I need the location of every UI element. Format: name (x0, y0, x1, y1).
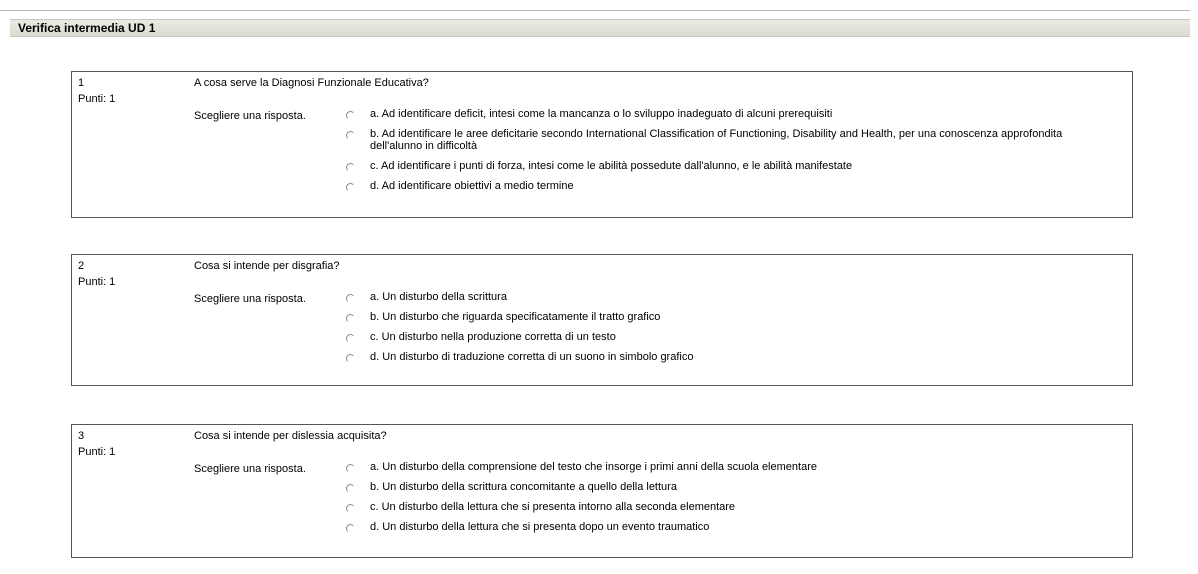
radio-button[interactable] (346, 131, 355, 140)
question-number: 2 (78, 260, 85, 272)
answer-option-b[interactable]: b. Un disturbo della scrittura concomita… (342, 481, 1122, 493)
page-title: Verifica intermedia UD 1 (18, 21, 156, 35)
answer-label[interactable]: c. Un disturbo nella produzione corretta… (370, 331, 616, 343)
radio-button[interactable] (346, 314, 355, 323)
answer-label[interactable]: d. Un disturbo di traduzione corretta di… (370, 351, 693, 363)
answer-option-d[interactable]: d. Ad identificare obiettivi a medio ter… (342, 180, 1122, 192)
answer-option-d[interactable]: d. Un disturbo della lettura che si pres… (342, 521, 1122, 533)
radio-button[interactable] (346, 183, 355, 192)
answer-label[interactable]: a. Ad identificare deficit, intesi come … (370, 108, 832, 120)
radio-button[interactable] (346, 354, 355, 363)
question-2: 2 Punti: 1 Cosa si intende per disgrafia… (71, 254, 1133, 386)
answer-option-b[interactable]: b. Ad identificare le aree deficitarie s… (342, 128, 1122, 152)
answer-option-a[interactable]: a. Un disturbo della comprensione del te… (342, 461, 1122, 473)
radio-button[interactable] (346, 294, 355, 303)
answer-option-c[interactable]: c. Un disturbo della lettura che si pres… (342, 501, 1122, 513)
answer-label[interactable]: d. Ad identificare obiettivi a medio ter… (370, 180, 574, 192)
answer-label[interactable]: a. Un disturbo della comprensione del te… (370, 461, 817, 473)
question-text: A cosa serve la Diagnosi Funzionale Educ… (194, 77, 429, 89)
radio-button[interactable] (346, 334, 355, 343)
answer-label[interactable]: b. Un disturbo che riguarda specificatam… (370, 311, 660, 323)
answer-prompt: Scegliere una risposta. (194, 110, 306, 122)
question-points: Punti: 1 (78, 276, 116, 288)
page-header: Verifica intermedia UD 1 (10, 19, 1190, 37)
radio-button[interactable] (346, 111, 355, 120)
answer-option-a[interactable]: a. Un disturbo della scrittura (342, 291, 1122, 303)
radio-button[interactable] (346, 524, 355, 533)
answer-label[interactable]: a. Un disturbo della scrittura (370, 291, 507, 303)
question-points: Punti: 1 (78, 93, 116, 105)
answer-label[interactable]: c. Un disturbo della lettura che si pres… (370, 501, 735, 513)
answer-list: a. Un disturbo della scrittura b. Un dis… (342, 291, 1122, 371)
question-number: 3 (78, 430, 85, 442)
question-points: Punti: 1 (78, 446, 116, 458)
question-text: Cosa si intende per dislessia acquisita? (194, 430, 387, 442)
question-text: Cosa si intende per disgrafia? (194, 260, 340, 272)
answer-prompt: Scegliere una risposta. (194, 463, 306, 475)
answer-label[interactable]: b. Ad identificare le aree deficitarie s… (370, 128, 1110, 152)
question-1: 1 Punti: 1 A cosa serve la Diagnosi Funz… (71, 71, 1133, 218)
answer-prompt: Scegliere una risposta. (194, 293, 306, 305)
radio-button[interactable] (346, 504, 355, 513)
top-divider (0, 10, 1190, 11)
radio-button[interactable] (346, 464, 355, 473)
radio-button[interactable] (346, 484, 355, 493)
question-number: 1 (78, 77, 85, 89)
answer-option-c[interactable]: c. Un disturbo nella produzione corretta… (342, 331, 1122, 343)
answer-option-c[interactable]: c. Ad identificare i punti di forza, int… (342, 160, 1122, 172)
answer-label[interactable]: c. Ad identificare i punti di forza, int… (370, 160, 852, 172)
answer-option-b[interactable]: b. Un disturbo che riguarda specificatam… (342, 311, 1122, 323)
answer-list: a. Un disturbo della comprensione del te… (342, 461, 1122, 541)
question-3: 3 Punti: 1 Cosa si intende per dislessia… (71, 424, 1133, 558)
answer-option-a[interactable]: a. Ad identificare deficit, intesi come … (342, 108, 1122, 120)
answer-list: a. Ad identificare deficit, intesi come … (342, 108, 1122, 200)
radio-button[interactable] (346, 163, 355, 172)
answer-label[interactable]: b. Un disturbo della scrittura concomita… (370, 481, 677, 493)
answer-option-d[interactable]: d. Un disturbo di traduzione corretta di… (342, 351, 1122, 363)
answer-label[interactable]: d. Un disturbo della lettura che si pres… (370, 521, 709, 533)
